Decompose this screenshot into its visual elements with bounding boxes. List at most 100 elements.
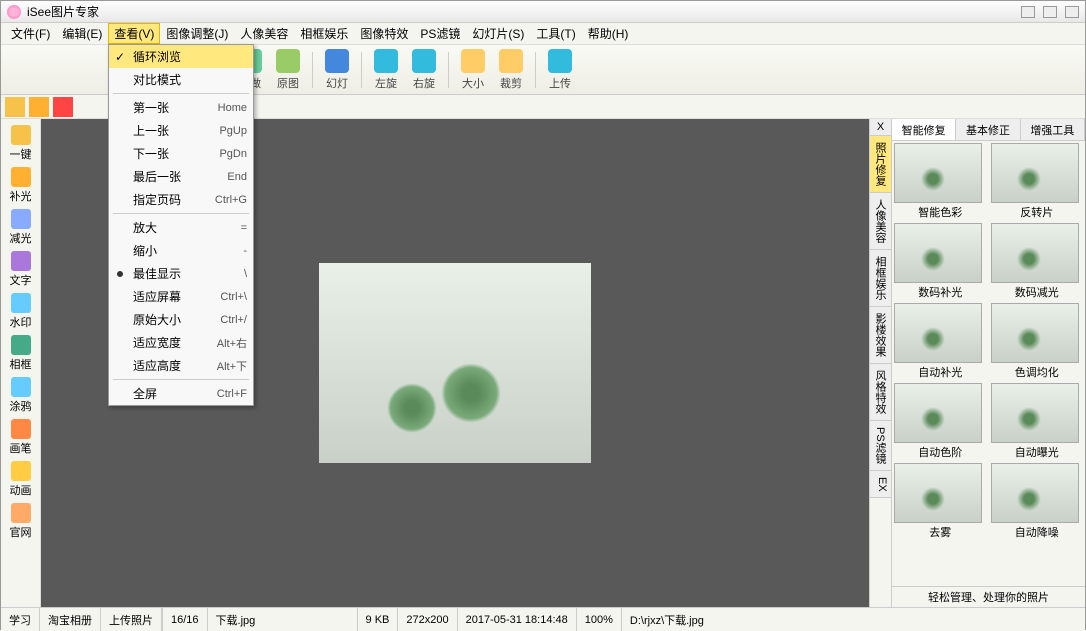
left-补光[interactable]: 补光 [4,165,38,205]
status-tab-上传照片[interactable]: 上传照片 [101,608,162,631]
一键-icon [11,125,31,145]
status-tab-淘宝相册[interactable]: 淘宝相册 [40,608,101,631]
left-减光[interactable]: 减光 [4,207,38,247]
动画-icon [11,461,31,481]
thumb-数码补光[interactable]: 数码补光 [894,223,987,301]
menu-2[interactable]: 查看(V) [108,23,160,44]
view-menu-dropdown: ✓循环浏览对比模式第一张Home上一张PgUp下一张PgDn最后一张End指定页… [108,44,254,406]
menu-5[interactable]: 相框娱乐 [294,23,354,44]
减光-icon [11,209,31,229]
涂鸦-icon [11,377,31,397]
sidetab-5[interactable]: PS滤镜 [870,421,891,471]
toptab-0[interactable]: 智能修复 [892,119,956,140]
menu-10[interactable]: 帮助(H) [582,23,635,44]
thumb-image [894,383,982,443]
app-icon [7,5,21,19]
menuitem-上一张[interactable]: 上一张PgUp [109,119,253,142]
statusbar: 学习淘宝相册上传照片 16/16 下载.jpg 9 KB 272x200 201… [1,607,1085,631]
thumb-image [894,223,982,283]
close-panel-button[interactable]: X [870,119,891,136]
menuitem-指定页码[interactable]: 指定页码Ctrl+G [109,188,253,211]
open-icon[interactable] [5,97,25,117]
menuitem-最佳显示[interactable]: 最佳显示\ [109,262,253,285]
sidetab-3[interactable]: 影楼效果 [870,307,891,364]
thumb-数码减光[interactable]: 数码减光 [991,223,1084,301]
menuitem-适应高度[interactable]: 适应高度Alt+下 [109,354,253,377]
app-title: iSee图片专家 [27,3,1021,20]
menu-8[interactable]: 幻灯片(S) [466,23,530,44]
toolbar-原图[interactable]: 原图 [270,49,306,91]
thumb-色调均化[interactable]: 色调均化 [991,303,1084,381]
menuitem-对比模式[interactable]: 对比模式 [109,68,253,91]
delete-icon[interactable] [53,97,73,117]
toolbar-右旋[interactable]: 右旋 [406,49,442,91]
thumb-自动补光[interactable]: 自动补光 [894,303,987,381]
menuitem-放大[interactable]: 放大= [109,216,253,239]
toolbar-幻灯[interactable]: 幻灯 [319,49,355,91]
sidetab-0[interactable]: 照片修复 [870,136,891,193]
sidetab-2[interactable]: 相框娱乐 [870,250,891,307]
thumb-自动色阶[interactable]: 自动色阶 [894,383,987,461]
menu-1[interactable]: 编辑(E) [56,23,108,44]
thumb-image [991,143,1079,203]
menuitem-第一张[interactable]: 第一张Home [109,96,253,119]
toolbar-裁剪[interactable]: 裁剪 [493,49,529,91]
status-tab-学习[interactable]: 学习 [1,608,40,631]
close-button[interactable] [1065,6,1079,18]
toolbar-左旋[interactable]: 左旋 [368,49,404,91]
左旋-icon [374,49,398,73]
menuitem-缩小[interactable]: 缩小- [109,239,253,262]
menuitem-适应屏幕[interactable]: 适应屏幕Ctrl+\ [109,285,253,308]
status-zoom: 100% [577,608,622,631]
menuitem-最后一张[interactable]: 最后一张End [109,165,253,188]
menuitem-下一张[interactable]: 下一张PgDn [109,142,253,165]
thumb-image [894,303,982,363]
left-水印[interactable]: 水印 [4,291,38,331]
toptab-2[interactable]: 增强工具 [1021,119,1085,140]
left-动画[interactable]: 动画 [4,459,38,499]
left-涂鸦[interactable]: 涂鸦 [4,375,38,415]
文字-icon [11,251,31,271]
thumb-去雾[interactable]: 去雾 [894,463,987,541]
left-sidebar: 一键补光减光文字水印相框涂鸦画笔动画官网 [1,119,41,607]
save-icon[interactable] [29,97,49,117]
thumb-自动降噪[interactable]: 自动降噪 [991,463,1084,541]
thumb-智能色彩[interactable]: 智能色彩 [894,143,987,221]
官网-icon [11,503,31,523]
menu-6[interactable]: 图像特效 [354,23,414,44]
menu-3[interactable]: 图像调整(J) [160,23,234,44]
menu-4[interactable]: 人像美容 [234,23,294,44]
menu-0[interactable]: 文件(F) [5,23,56,44]
裁剪-icon [499,49,523,73]
thumb-image [894,463,982,523]
toptab-1[interactable]: 基本修正 [956,119,1020,140]
toolbar-大小[interactable]: 大小 [455,49,491,91]
menubar: 文件(F)编辑(E)查看(V)图像调整(J)人像美容相框娱乐图像特效PS滤镜幻灯… [1,23,1085,45]
menuitem-适应宽度[interactable]: 适应宽度Alt+右 [109,331,253,354]
幻灯-icon [325,49,349,73]
menu-7[interactable]: PS滤镜 [414,23,466,44]
thumb-image [991,463,1079,523]
left-相框[interactable]: 相框 [4,333,38,373]
menuitem-全屏[interactable]: 全屏Ctrl+F [109,382,253,405]
thumb-image [991,303,1079,363]
sidetab-4[interactable]: 风格特效 [870,364,891,421]
menuitem-循环浏览[interactable]: ✓循环浏览 [109,45,253,68]
maximize-button[interactable] [1043,6,1057,18]
menuitem-原始大小[interactable]: 原始大小Ctrl+/ [109,308,253,331]
minimize-button[interactable] [1021,6,1035,18]
left-画笔[interactable]: 画笔 [4,417,38,457]
left-一键[interactable]: 一键 [4,123,38,163]
menu-9[interactable]: 工具(T) [530,23,581,44]
main-image [319,263,591,463]
thumb-自动曝光[interactable]: 自动曝光 [991,383,1084,461]
thumb-image [991,223,1079,283]
toolbar-上传[interactable]: 上传 [542,49,578,91]
left-官网[interactable]: 官网 [4,501,38,541]
sidetab-6[interactable]: EX [870,471,891,499]
原图-icon [276,49,300,73]
left-文字[interactable]: 文字 [4,249,38,289]
画笔-icon [11,419,31,439]
sidetab-1[interactable]: 人像美容 [870,193,891,250]
thumb-反转片[interactable]: 反转片 [991,143,1084,221]
